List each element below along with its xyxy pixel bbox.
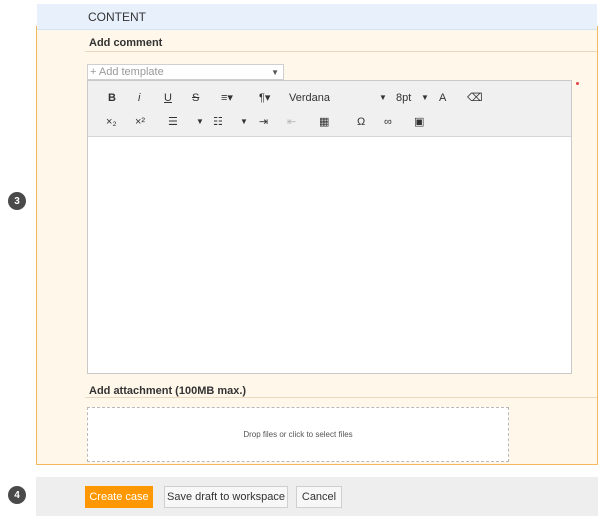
file-dropzone[interactable]: Drop files or click to select files: [87, 407, 509, 462]
indent-icon[interactable]: ⇥: [259, 115, 268, 129]
add-comment-title: Add comment: [89, 37, 163, 49]
add-attachment-title: Add attachment (100MB max.): [89, 385, 247, 397]
template-placeholder: + Add template: [90, 66, 164, 78]
editor-toolbar: B i U S ≡▾ ¶▾ Verdana ▼ 8pt ▼ A ⌫ ×₂ ×² …: [88, 81, 571, 137]
comment-divider: [85, 51, 597, 52]
content-title: CONTENT: [88, 10, 146, 24]
align-icon[interactable]: ≡▾: [221, 91, 233, 105]
font-color-icon[interactable]: A: [439, 91, 446, 105]
line-spacing-chevron-icon[interactable]: ▼: [196, 115, 204, 129]
eraser-icon[interactable]: ⌫: [467, 91, 483, 105]
strikethrough-button[interactable]: S: [192, 91, 199, 105]
dropzone-text: Drop files or click to select files: [243, 430, 353, 439]
rich-text-editor[interactable]: B i U S ≡▾ ¶▾ Verdana ▼ 8pt ▼ A ⌫ ×₂ ×² …: [87, 80, 572, 374]
font-size-chevron-icon[interactable]: ▼: [421, 91, 429, 105]
bullet-list-icon[interactable]: ☷: [213, 115, 223, 129]
image-icon[interactable]: ▣: [414, 115, 424, 129]
create-case-label: Create case: [89, 491, 149, 503]
save-draft-button[interactable]: Save draft to workspace: [164, 486, 288, 508]
outdent-icon: ⇤: [287, 116, 297, 128]
add-template-select[interactable]: + Add template ▼: [87, 64, 284, 80]
underline-button[interactable]: U: [164, 91, 172, 105]
create-case-button[interactable]: Create case: [85, 486, 153, 508]
link-icon[interactable]: ∞: [384, 115, 392, 129]
cancel-label: Cancel: [301, 491, 337, 503]
cancel-button[interactable]: Cancel: [296, 486, 342, 508]
attachment-divider: [85, 397, 597, 398]
font-size-select[interactable]: 8pt: [396, 91, 411, 105]
content-section-header: CONTENT: [37, 4, 597, 30]
font-family-select[interactable]: Verdana: [289, 91, 330, 105]
table-icon[interactable]: ▦: [319, 115, 329, 129]
chevron-down-icon: ▼: [271, 68, 279, 77]
italic-button[interactable]: i: [138, 91, 140, 105]
subscript-button[interactable]: ×₂: [106, 115, 117, 129]
action-bar: Create case Save draft to workspace Canc…: [36, 477, 598, 516]
line-spacing-icon[interactable]: ☰: [168, 115, 178, 129]
save-draft-label: Save draft to workspace: [166, 491, 285, 503]
superscript-button[interactable]: ×²: [135, 115, 145, 129]
content-panel: Add comment + Add template ▼ B i U S ≡▾ …: [36, 26, 598, 465]
special-character-icon[interactable]: Ω: [357, 115, 365, 129]
bullet-list-chevron-icon[interactable]: ▼: [240, 115, 248, 129]
required-indicator: [576, 82, 579, 85]
font-family-chevron-icon[interactable]: ▼: [379, 91, 387, 105]
bold-button[interactable]: B: [108, 91, 116, 105]
step-3-badge: 3: [8, 192, 26, 210]
step-4-badge: 4: [8, 486, 26, 504]
paragraph-icon[interactable]: ¶▾: [259, 91, 270, 105]
